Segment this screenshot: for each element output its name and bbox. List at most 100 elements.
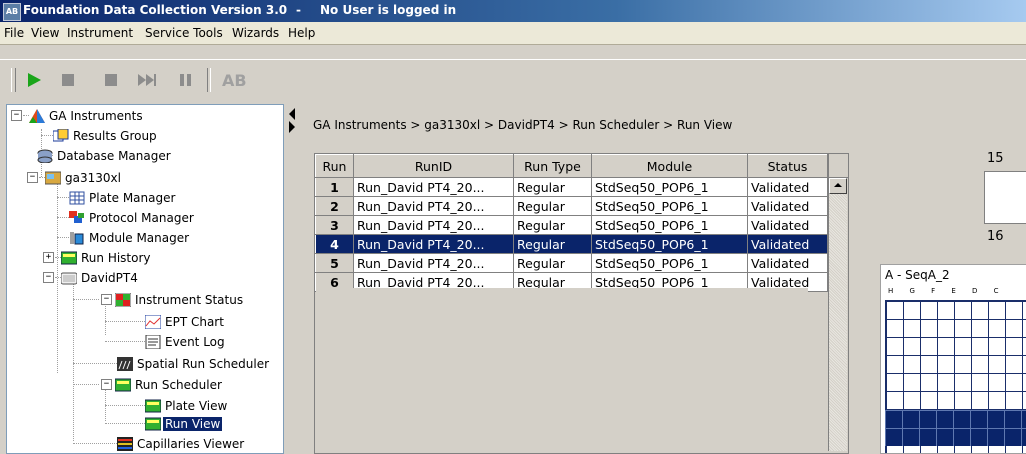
menu-bar: File View Instrument Service Tools Wizar… bbox=[0, 22, 1026, 45]
menu-view[interactable]: View bbox=[31, 26, 59, 40]
menu-help[interactable]: Help bbox=[288, 26, 315, 40]
status-cell: Validated bbox=[747, 215, 828, 235]
expand-right-icon[interactable] bbox=[289, 121, 295, 133]
results-group-icon bbox=[52, 128, 69, 143]
collapse-toggle[interactable]: − bbox=[101, 379, 112, 390]
user-status: No User is logged in bbox=[320, 3, 457, 17]
tree-item-protocol-manager[interactable]: Protocol Manager bbox=[69, 208, 196, 226]
column-header-status[interactable]: Status bbox=[747, 154, 828, 178]
menu-service-tools[interactable]: Service Tools bbox=[145, 26, 223, 40]
vertical-scrollbar[interactable] bbox=[828, 178, 847, 451]
run-number: 4 bbox=[315, 234, 354, 254]
run-id-cell: Run_David PT4_20... bbox=[353, 253, 514, 273]
tree-item-instrument-status[interactable]: Instrument Status bbox=[114, 290, 245, 308]
tree-item-results-group[interactable]: Results Group bbox=[52, 126, 159, 144]
tree-item-ga-instruments[interactable]: GA Instruments bbox=[29, 106, 145, 124]
selected-wells-grid bbox=[885, 410, 1026, 446]
plate-column-letters: H G F E D C bbox=[888, 287, 1006, 295]
header-filler bbox=[828, 154, 848, 178]
run-table-panel: Run RunID Run Type Module Status 1 Run_D… bbox=[314, 153, 849, 454]
navigation-tree: − GA Instruments Results Group Database … bbox=[6, 104, 284, 454]
run-id-cell: Run_David PT4_20... bbox=[353, 215, 514, 235]
column-header-module[interactable]: Module bbox=[591, 154, 748, 178]
module-cell: StdSeq50_POP6_1 bbox=[591, 177, 748, 197]
spatial-icon bbox=[117, 356, 133, 371]
plate-view-icon bbox=[144, 399, 162, 413]
skip-icon[interactable] bbox=[136, 70, 156, 90]
collapse-left-icon[interactable] bbox=[289, 108, 295, 120]
column-header-run[interactable]: Run bbox=[315, 154, 354, 178]
panel-splitter[interactable] bbox=[284, 104, 298, 452]
table-row[interactable]: 2 Run_David PT4_20... Regular StdSeq50_P… bbox=[315, 196, 828, 216]
ab-app-icon: AB bbox=[3, 3, 21, 21]
plate-icon bbox=[69, 191, 85, 205]
run-number: 2 bbox=[315, 196, 354, 216]
pause-icon[interactable] bbox=[176, 70, 196, 90]
plate-position-top-cell[interactable] bbox=[984, 171, 1026, 191]
window-title: Foundation Data Collection Version 3.0 bbox=[23, 3, 288, 17]
plate-position-top-cell-lower[interactable] bbox=[984, 189, 1026, 224]
stop-icon[interactable] bbox=[58, 70, 78, 90]
run-type-cell: Regular bbox=[513, 253, 592, 273]
tree-item-plate-view[interactable]: Plate View bbox=[144, 396, 229, 414]
run-number: 1 bbox=[315, 177, 354, 197]
menu-instrument[interactable]: Instrument bbox=[67, 26, 133, 40]
status-cell: Validated bbox=[747, 234, 828, 254]
status-cell: Validated bbox=[747, 253, 828, 273]
tree-item-plate-manager[interactable]: Plate Manager bbox=[69, 188, 177, 206]
svg-text:AB: AB bbox=[222, 71, 247, 90]
column-header-runid[interactable]: RunID bbox=[353, 154, 514, 178]
tree-item-run-history[interactable]: Run History bbox=[60, 248, 153, 266]
instrument-icon bbox=[44, 171, 62, 185]
module-cell: StdSeq50_POP6_1 bbox=[591, 234, 748, 254]
table-row-selected[interactable]: 4 Run_David PT4_20... Regular StdSeq50_P… bbox=[315, 234, 828, 254]
menu-wizards[interactable]: Wizards bbox=[232, 26, 279, 40]
table-row[interactable]: 5 Run_David PT4_20... Regular StdSeq50_P… bbox=[315, 253, 828, 273]
title-separator: - bbox=[296, 3, 301, 17]
tree-item-capillaries-viewer[interactable]: Capillaries Viewer bbox=[117, 434, 246, 452]
run-id-cell: Run_David PT4_20... bbox=[353, 177, 514, 197]
table-empty-area bbox=[316, 288, 808, 451]
status-cell: Validated bbox=[747, 196, 828, 216]
run-type-cell: Regular bbox=[513, 196, 592, 216]
module-cell: StdSeq50_POP6_1 bbox=[591, 196, 748, 216]
tree-item-ept-chart[interactable]: EPT Chart bbox=[144, 312, 226, 330]
run-history-icon bbox=[60, 251, 78, 265]
toolbar: AB bbox=[0, 59, 1026, 100]
module-cell: StdSeq50_POP6_1 bbox=[591, 253, 748, 273]
play-icon[interactable] bbox=[24, 70, 44, 90]
table-row[interactable]: 1 Run_David PT4_20... Regular StdSeq50_P… bbox=[315, 177, 828, 197]
capillaries-icon bbox=[117, 436, 133, 451]
title-bar: AB Foundation Data Collection Version 3.… bbox=[0, 0, 1026, 22]
tree-item-ga3130xl[interactable]: ga3130xl bbox=[44, 168, 123, 186]
log-icon bbox=[145, 334, 161, 349]
run-type-cell: Regular bbox=[513, 215, 592, 235]
tree-item-module-manager[interactable]: Module Manager bbox=[69, 228, 191, 246]
tree-item-spatial-run-scheduler[interactable]: Spatial Run Scheduler bbox=[117, 354, 271, 372]
toolbar-separator bbox=[207, 68, 211, 92]
column-header-run-type[interactable]: Run Type bbox=[513, 154, 592, 178]
plate-title: A - SeqA_2 bbox=[885, 268, 950, 282]
tree-item-event-log[interactable]: Event Log bbox=[145, 332, 227, 350]
tree-item-davidpt4[interactable]: DavidPT4 bbox=[60, 268, 140, 286]
table-row[interactable]: 3 Run_David PT4_20... Regular StdSeq50_P… bbox=[315, 215, 828, 235]
collapse-toggle[interactable]: − bbox=[101, 294, 112, 305]
run-view-icon bbox=[144, 417, 162, 431]
run-table: Run RunID Run Type Module Status 1 Run_D… bbox=[315, 154, 828, 292]
run-number: 5 bbox=[315, 253, 354, 273]
stop-icon[interactable] bbox=[101, 70, 121, 90]
collapse-toggle[interactable]: − bbox=[43, 272, 54, 283]
toolbar-grip bbox=[11, 68, 16, 92]
scroll-up-icon[interactable] bbox=[829, 178, 847, 194]
tree-item-database-manager[interactable]: Database Manager bbox=[37, 146, 173, 164]
run-type-cell: Regular bbox=[513, 177, 592, 197]
expand-toggle[interactable]: + bbox=[43, 252, 54, 263]
run-id-cell: Run_David PT4_20... bbox=[353, 196, 514, 216]
collapse-toggle[interactable]: − bbox=[11, 110, 22, 121]
plate-position-top-label: 15 bbox=[987, 151, 1004, 166]
collapse-toggle[interactable]: − bbox=[27, 172, 38, 183]
tree-item-run-scheduler[interactable]: Run Scheduler bbox=[114, 375, 224, 393]
tree-item-run-view[interactable]: Run View bbox=[144, 414, 224, 432]
plate-position-bottom-label: 16 bbox=[987, 229, 1004, 244]
menu-file[interactable]: File bbox=[4, 26, 24, 40]
